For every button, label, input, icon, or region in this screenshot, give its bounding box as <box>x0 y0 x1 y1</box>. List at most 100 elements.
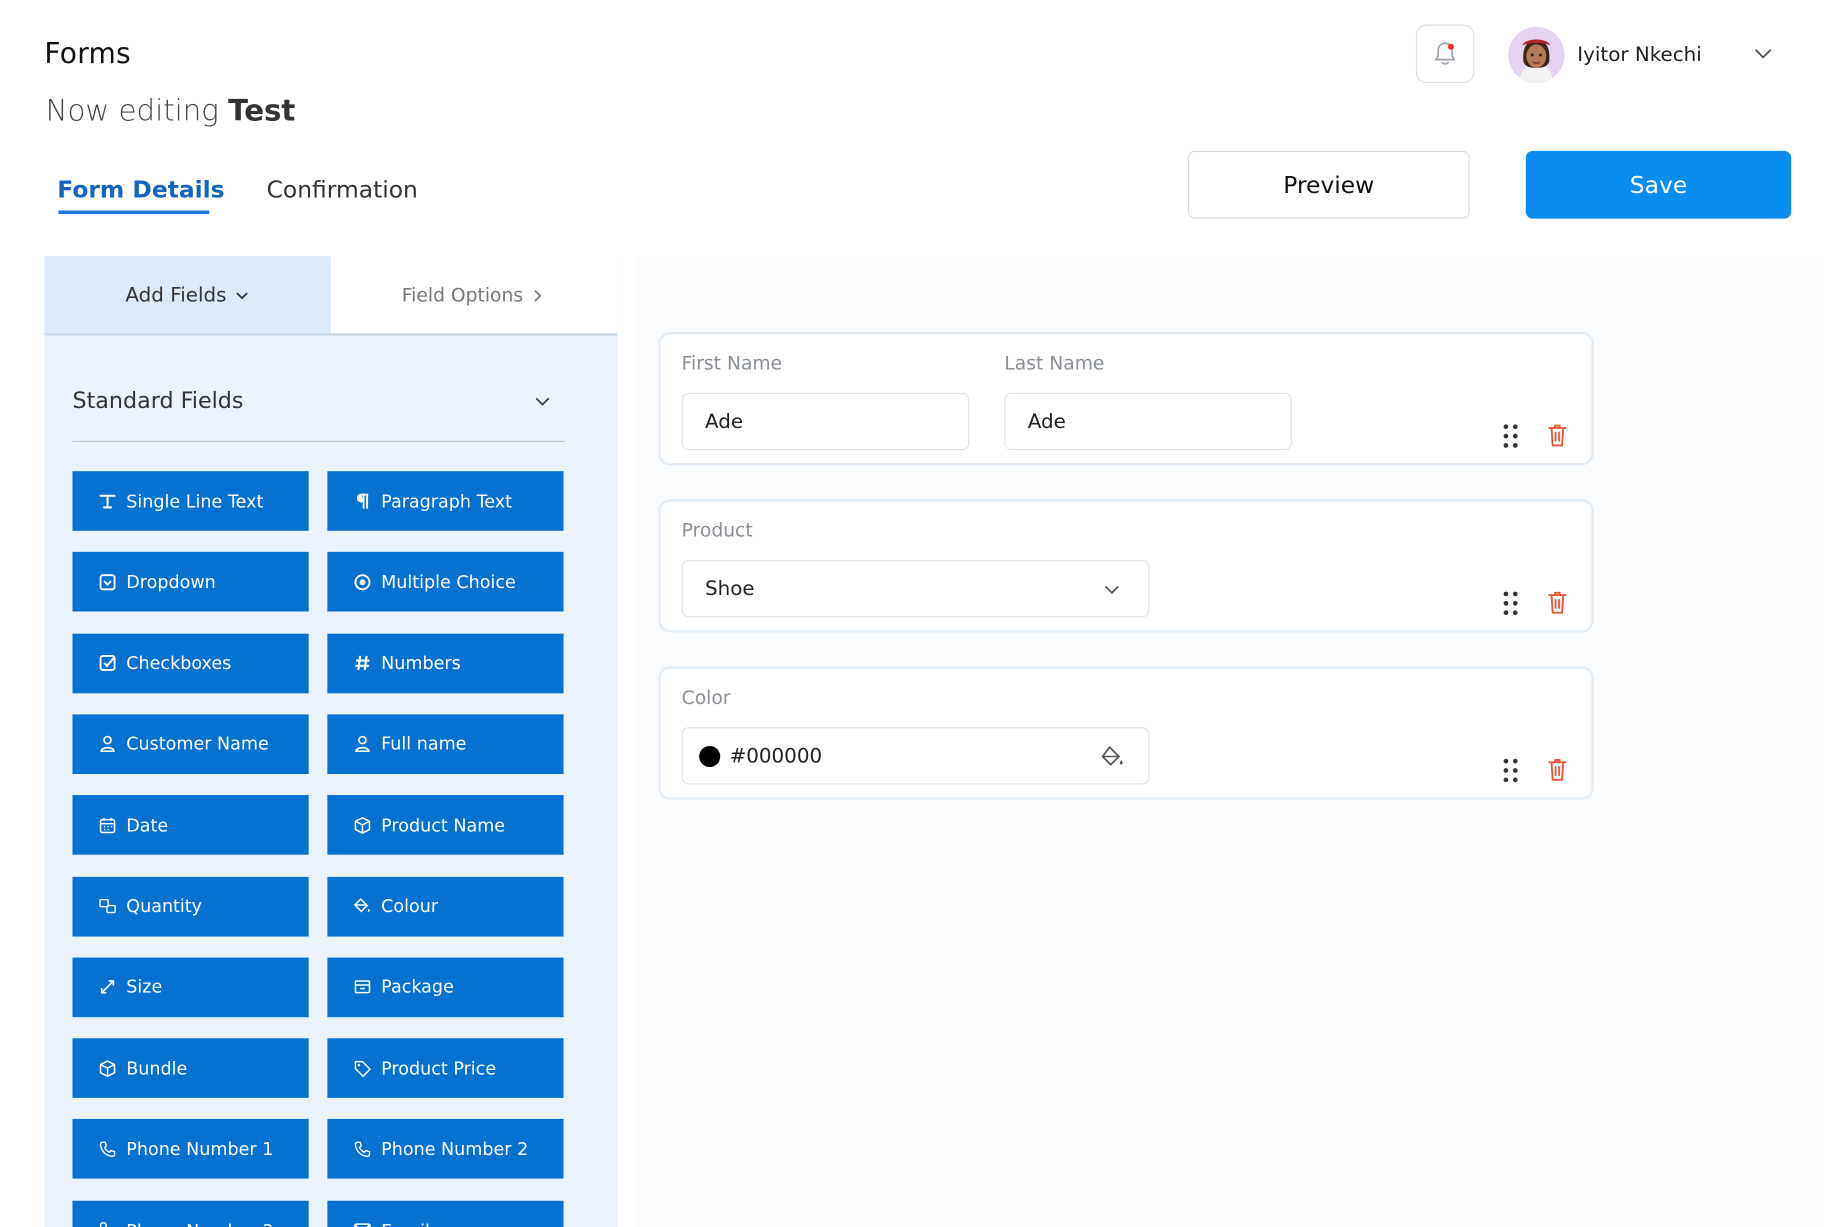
avatar-illustration <box>1508 26 1565 84</box>
field-button-label: Phone Number 3 <box>126 1220 273 1227</box>
field-button-multiple-choice[interactable]: Multiple Choice <box>327 552 564 612</box>
field-options-label: Field Options <box>401 284 524 307</box>
package-icon <box>353 978 372 997</box>
field-button-full-name[interactable]: Full name <box>327 714 564 774</box>
box-icon <box>98 1059 117 1078</box>
panel-divider <box>44 333 618 336</box>
field-button-bundle[interactable]: Bundle <box>72 1038 309 1098</box>
field-button-numbers[interactable]: Numbers <box>327 633 564 693</box>
last-name-input[interactable]: Ade <box>1004 392 1292 451</box>
field-button-label: Paragraph Text <box>381 490 513 512</box>
field-button-colour[interactable]: Colour <box>327 876 564 936</box>
notifications-button[interactable] <box>1415 24 1475 84</box>
field-button-label: Colour <box>381 895 439 917</box>
field-button-label: Product Price <box>381 1057 497 1079</box>
chevron-down-icon[interactable] <box>1751 42 1774 65</box>
product-select[interactable]: Shoe <box>681 560 1150 618</box>
preview-button[interactable]: Preview <box>1187 150 1470 219</box>
last-name-label: Last Name <box>1004 351 1105 375</box>
user-icon <box>98 735 117 754</box>
hash-icon <box>353 654 372 673</box>
drag-handle-icon[interactable] <box>1501 758 1520 784</box>
color-swatch <box>699 745 721 767</box>
checkbox-icon <box>98 654 117 673</box>
field-button-label: Single Line Text <box>126 490 264 512</box>
field-button-label: Date <box>126 814 169 836</box>
drag-handle-icon[interactable] <box>1501 590 1520 616</box>
product-select-value: Shoe <box>705 577 755 601</box>
save-button[interactable]: Save <box>1525 150 1792 219</box>
field-options-tab[interactable]: Field Options <box>330 256 618 335</box>
field-button-single-line-text[interactable]: Single Line Text <box>72 471 309 531</box>
form-field-card-color[interactable]: Color #000000 <box>658 666 1594 800</box>
chevron-down-icon[interactable] <box>532 391 553 412</box>
standard-fields-title: Standard Fields <box>72 388 244 414</box>
active-tab-underline <box>58 210 210 214</box>
color-label: Color <box>681 686 731 709</box>
trash-icon[interactable] <box>1546 589 1569 615</box>
first-name-input[interactable]: Ade <box>681 392 970 451</box>
color-value-group: #000000 <box>699 744 823 768</box>
field-button-customer-name[interactable]: Customer Name <box>72 714 309 774</box>
field-button-dropdown[interactable]: Dropdown <box>72 552 309 612</box>
field-button-size[interactable]: Size <box>72 957 309 1017</box>
quantity-icon <box>98 897 117 916</box>
page-title: Forms <box>44 37 131 71</box>
color-input[interactable]: #000000 <box>681 727 1150 785</box>
field-button-label: Full name <box>381 733 467 755</box>
field-button-label: Size <box>126 976 163 998</box>
tab-confirmation[interactable]: Confirmation <box>267 175 418 203</box>
chevron-down-icon <box>1105 585 1119 594</box>
mail-icon <box>353 1220 372 1227</box>
chevron-right-icon <box>535 289 542 301</box>
field-button-label: Bundle <box>126 1057 188 1079</box>
field-button-label: Phone Number 1 <box>126 1138 274 1160</box>
field-button-paragraph-text[interactable]: Paragraph Text <box>327 471 564 531</box>
tab-form-details[interactable]: Form Details <box>57 175 224 203</box>
field-button-product-price[interactable]: Product Price <box>327 1038 564 1098</box>
add-fields-tab[interactable]: Add Fields <box>44 256 331 335</box>
paint-bucket-icon[interactable] <box>1099 743 1125 769</box>
field-button-package[interactable]: Package <box>327 957 564 1017</box>
field-button-date[interactable]: Date <box>72 795 309 855</box>
field-button-phone-number-1[interactable]: Phone Number 1 <box>72 1119 309 1180</box>
box-icon <box>353 816 372 835</box>
tag-icon <box>353 1059 372 1078</box>
color-value: #000000 <box>729 744 823 768</box>
dropdown-icon <box>98 573 117 592</box>
text-icon <box>98 492 117 511</box>
first-name-label: First Name <box>681 351 783 375</box>
trash-icon[interactable] <box>1546 756 1569 782</box>
add-fields-label: Add Fields <box>125 283 227 307</box>
product-label: Product <box>681 519 753 542</box>
paint-bucket-icon <box>353 897 372 916</box>
field-button-email[interactable]: Email <box>327 1200 564 1227</box>
field-button-quantity[interactable]: Quantity <box>72 876 309 936</box>
forms-editor-page: Forms Now editing Test Iyitor Nkechi For… <box>0 0 1824 1227</box>
subtitle-prefix: Now editing <box>45 93 219 128</box>
section-divider <box>72 440 565 442</box>
phone-icon <box>98 1140 117 1159</box>
field-button-label: Phone Number 2 <box>381 1138 529 1160</box>
field-button-product-name[interactable]: Product Name <box>327 795 564 855</box>
bell-icon <box>1434 42 1456 65</box>
form-field-card-name[interactable]: First Name Last Name Ade Ade <box>658 332 1594 466</box>
paragraph-icon <box>353 492 372 511</box>
form-field-card-product[interactable]: Product Shoe <box>658 499 1594 633</box>
trash-icon[interactable] <box>1546 422 1569 448</box>
drag-handle-icon[interactable] <box>1501 423 1520 449</box>
user-name: Iyitor Nkechi <box>1577 43 1702 67</box>
field-button-label: Quantity <box>126 895 203 917</box>
page-subtitle: Now editing Test <box>46 94 296 128</box>
field-button-label: Multiple Choice <box>381 571 516 593</box>
field-button-phone-number-2[interactable]: Phone Number 2 <box>327 1119 564 1180</box>
phone-icon <box>353 1140 372 1159</box>
radio-icon <box>353 573 372 592</box>
field-button-checkboxes[interactable]: Checkboxes <box>72 633 309 693</box>
field-button-label: Product Name <box>381 814 506 836</box>
field-button-label: Checkboxes <box>126 652 232 674</box>
avatar[interactable] <box>1508 26 1565 84</box>
field-button-label: Dropdown <box>126 571 216 593</box>
field-button-phone-number-3[interactable]: Phone Number 3 <box>72 1200 309 1227</box>
field-button-label: Package <box>381 976 454 998</box>
